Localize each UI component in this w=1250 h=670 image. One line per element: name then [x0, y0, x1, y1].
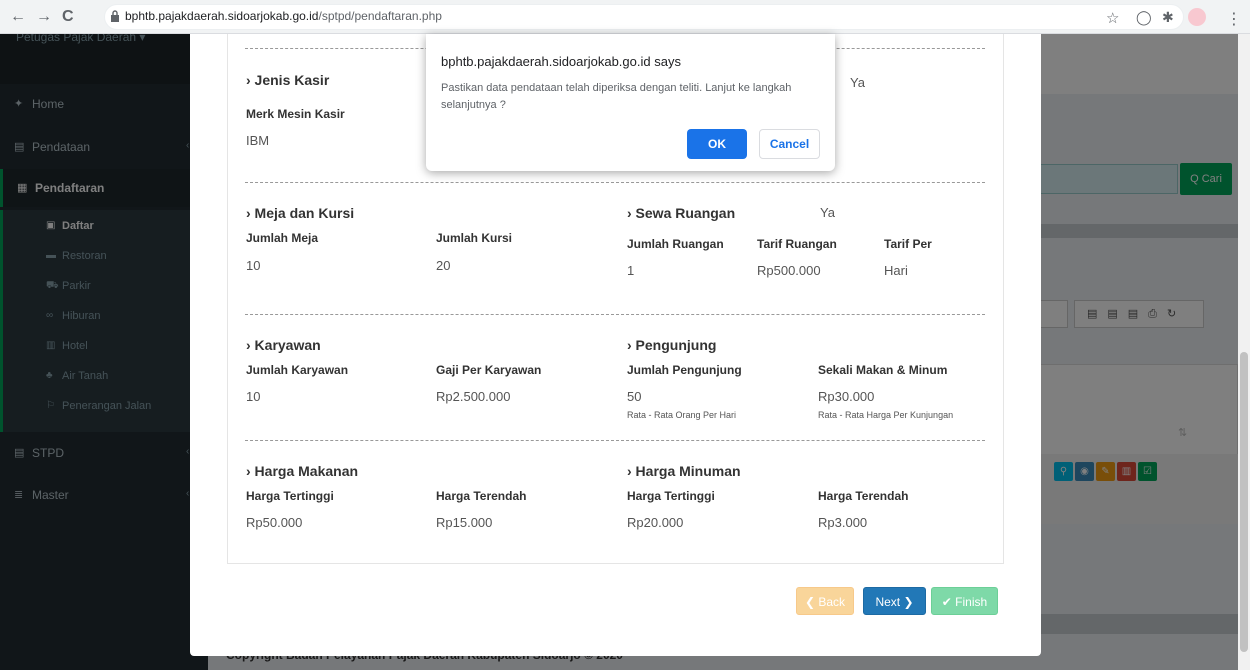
section-title-pengunjung: › Pengunjung: [627, 337, 717, 353]
value-jumlah-kursi: 20: [436, 258, 451, 273]
label-harga-minuman-terendah: Harga Terendah: [818, 489, 909, 503]
section-title-meja-kursi: › Meja dan Kursi: [246, 205, 355, 221]
value-gaji-per-karyawan: Rp2.500.000: [436, 389, 511, 404]
cancel-button[interactable]: Cancel: [759, 129, 820, 159]
label-jumlah-karyawan: Jumlah Karyawan: [246, 363, 349, 377]
value-jumlah-ruangan: 1: [627, 263, 635, 278]
extensions-puzzle-icon[interactable]: ✱: [1162, 9, 1174, 26]
browser-toolbar: ← → C bphtb.pajakdaerah.sidoarjokab.go.i…: [0, 0, 1250, 34]
value-harga-makanan-terendah: Rp15.000: [436, 515, 493, 530]
value-harga-minuman-terendah: Rp3.000: [818, 515, 868, 530]
label-tarif-per: Tarif Per: [884, 237, 932, 251]
jenis-kasir-ya: Ya: [850, 75, 865, 90]
section-title-jenis-kasir: › Jenis Kasir: [246, 72, 330, 88]
label-merk-mesin-kasir: Merk Mesin Kasir: [246, 107, 345, 121]
value-jumlah-meja: 10: [246, 258, 261, 273]
section-title-sewa-ruangan: › Sewa Ruangan: [627, 205, 736, 221]
browser-menu-icon[interactable]: ⋮: [1226, 9, 1242, 29]
value-harga-minuman-tertinggi: Rp20.000: [627, 515, 684, 530]
forward-arrow-icon[interactable]: →: [36, 8, 52, 26]
label-harga-makanan-tertinggi: Harga Tertinggi: [246, 489, 334, 503]
section-title-harga-makanan: › Harga Makanan: [246, 463, 359, 479]
bookmark-star-icon[interactable]: ☆: [1106, 9, 1119, 27]
label-gaji-per-karyawan: Gaji Per Karyawan: [436, 363, 542, 377]
value-jumlah-pengunjung: 50: [627, 389, 642, 404]
value-jumlah-karyawan: 10: [246, 389, 261, 404]
section-title-harga-minuman: › Harga Minuman: [627, 463, 741, 479]
url-text: bphtb.pajakdaerah.sidoarjokab.go.id/sptp…: [125, 9, 442, 23]
profile-avatar-icon[interactable]: [1188, 8, 1206, 26]
reload-icon[interactable]: C: [62, 8, 74, 26]
back-arrow-icon[interactable]: ←: [10, 8, 26, 26]
back-button[interactable]: ❮ Back: [796, 587, 854, 615]
label-jumlah-kursi: Jumlah Kursi: [436, 231, 513, 245]
value-merk-mesin-kasir: IBM: [246, 133, 270, 148]
dialog-message: Pastikan data pendataan telah diperiksa …: [441, 82, 792, 111]
label-jumlah-meja: Jumlah Meja: [246, 231, 319, 245]
label-harga-makanan-terendah: Harga Terendah: [436, 489, 527, 503]
label-jumlah-ruangan: Jumlah Ruangan: [627, 237, 724, 251]
value-sekali-makan-minum: Rp30.000: [818, 389, 875, 404]
label-sekali-makan-minum: Sekali Makan & Minum: [818, 363, 948, 377]
label-jumlah-pengunjung: Jumlah Pengunjung: [627, 363, 742, 377]
value-tarif-per: Hari: [884, 263, 908, 278]
label-harga-minuman-tertinggi: Harga Tertinggi: [627, 489, 715, 503]
note-sekali-makan-minum: Rata - Rata Harga Per Kunjungan: [818, 410, 954, 420]
scrollbar-thumb[interactable]: [1240, 352, 1248, 652]
next-button[interactable]: Next ❯: [863, 587, 926, 615]
label-tarif-ruangan: Tarif Ruangan: [757, 237, 837, 251]
divider: [245, 440, 985, 441]
section-title-karyawan: › Karyawan: [246, 337, 321, 353]
extension-circle-icon[interactable]: ◯: [1136, 9, 1152, 26]
value-tarif-ruangan: Rp500.000: [757, 263, 821, 278]
divider: [245, 182, 985, 183]
ok-button[interactable]: OK: [687, 129, 747, 159]
finish-button[interactable]: ✔ Finish: [931, 587, 998, 615]
sewa-ruangan-ya: Ya: [820, 205, 835, 220]
confirm-dialog: bphtb.pajakdaerah.sidoarjokab.go.id says…: [426, 34, 835, 171]
divider: [245, 314, 985, 315]
note-jumlah-pengunjung: Rata - Rata Orang Per Hari: [627, 410, 737, 420]
lock-icon: [111, 10, 119, 22]
value-harga-makanan-tertinggi: Rp50.000: [246, 515, 303, 530]
dialog-title: bphtb.pajakdaerah.sidoarjokab.go.id says: [441, 54, 681, 69]
